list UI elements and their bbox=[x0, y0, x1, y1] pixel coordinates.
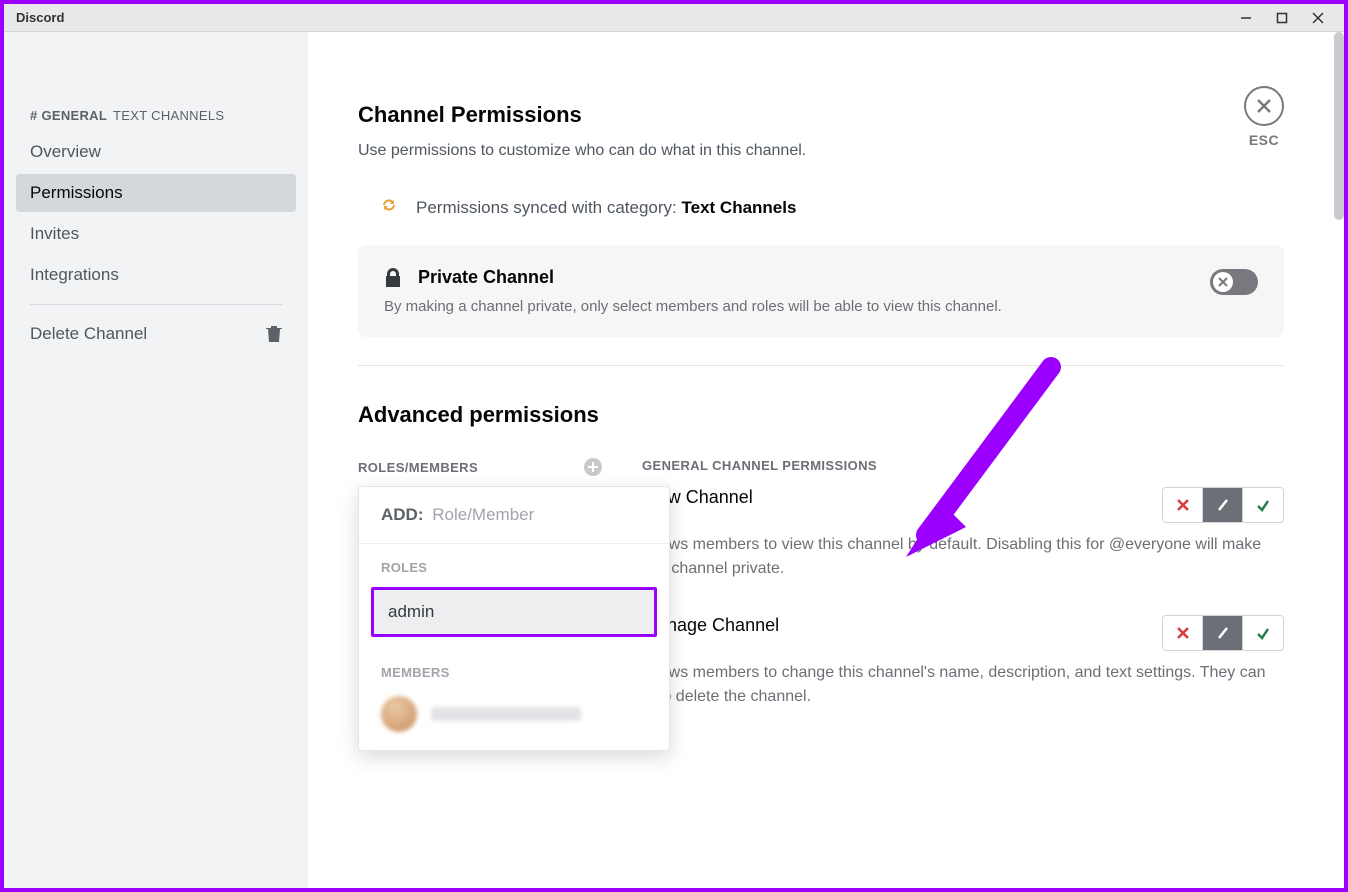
toggle-knob-icon bbox=[1213, 272, 1233, 292]
page-title: Channel Permissions bbox=[358, 102, 806, 128]
plus-icon bbox=[588, 462, 598, 472]
sidebar-header-suffix: TEXT CHANNELS bbox=[113, 108, 224, 123]
sidebar-item-integrations[interactable]: Integrations bbox=[16, 256, 296, 294]
popup-role-admin[interactable]: admin bbox=[371, 587, 657, 637]
scrollbar[interactable] bbox=[1334, 32, 1344, 220]
close-settings-button[interactable]: ESC bbox=[1244, 86, 1284, 148]
window-controls bbox=[1228, 4, 1336, 32]
popup-add-label: ADD: bbox=[381, 505, 424, 524]
popup-search-row[interactable]: ADD: Role/Member bbox=[359, 487, 669, 544]
minimize-button[interactable] bbox=[1228, 4, 1264, 32]
perm-deny-button[interactable] bbox=[1163, 616, 1203, 650]
maximize-button[interactable] bbox=[1264, 4, 1300, 32]
permissions-sync-row: Permissions synced with category: Text C… bbox=[358, 196, 1284, 219]
roles-members-column: ROLES/MEMBERS ADD: Role/Member ROLES adm… bbox=[358, 458, 602, 743]
lock-icon bbox=[384, 268, 402, 288]
popup-roles-header: ROLES bbox=[359, 544, 669, 583]
permission-manage-channel: Manage Channel Allows members to change … bbox=[642, 615, 1284, 709]
popup-add-placeholder: Role/Member bbox=[432, 505, 534, 524]
perm-deny-button[interactable] bbox=[1163, 488, 1203, 522]
sync-icon bbox=[380, 196, 398, 219]
avatar bbox=[381, 696, 417, 732]
content-area: Channel Permissions Use permissions to c… bbox=[308, 32, 1344, 888]
general-channel-permissions-header: GENERAL CHANNEL PERMISSIONS bbox=[642, 458, 877, 473]
private-channel-desc: By making a channel private, only select… bbox=[384, 298, 1210, 315]
sidebar-item-invites[interactable]: Invites bbox=[16, 215, 296, 253]
perm-allow-button[interactable] bbox=[1243, 488, 1283, 522]
sidebar-header-prefix: # GENERAL bbox=[30, 108, 107, 123]
popup-member-item[interactable] bbox=[359, 688, 669, 750]
add-role-member-popup: ADD: Role/Member ROLES admin MEMBERS bbox=[358, 486, 670, 751]
close-icon bbox=[1256, 98, 1272, 114]
sidebar-delete-label: Delete Channel bbox=[30, 324, 147, 344]
private-channel-card: Private Channel By making a channel priv… bbox=[358, 245, 1284, 337]
add-role-member-button[interactable] bbox=[584, 458, 602, 476]
settings-sidebar: # GENERAL TEXT CHANNELS Overview Permiss… bbox=[4, 32, 308, 888]
permission-desc: Allows members to change this channel's … bbox=[642, 661, 1284, 709]
sidebar-item-overview[interactable]: Overview bbox=[16, 133, 296, 171]
perm-passthrough-button[interactable] bbox=[1203, 616, 1243, 650]
member-name-blurred bbox=[431, 707, 581, 721]
permission-tri-toggle bbox=[1162, 615, 1284, 651]
popup-members-header: MEMBERS bbox=[359, 649, 669, 688]
permission-tri-toggle bbox=[1162, 487, 1284, 523]
page-subtext: Use permissions to customize who can do … bbox=[358, 142, 806, 160]
sidebar-item-permissions[interactable]: Permissions bbox=[16, 174, 296, 212]
window-titlebar: Discord bbox=[4, 4, 1344, 32]
private-channel-title: Private Channel bbox=[418, 267, 554, 288]
sidebar-channel-header: # GENERAL TEXT CHANNELS bbox=[16, 102, 296, 133]
sidebar-delete-channel[interactable]: Delete Channel bbox=[16, 315, 296, 353]
esc-label: ESC bbox=[1244, 132, 1284, 148]
app-title: Discord bbox=[16, 10, 64, 25]
perm-allow-button[interactable] bbox=[1243, 616, 1283, 650]
divider bbox=[358, 365, 1284, 366]
sidebar-separator bbox=[30, 304, 282, 305]
permission-view-channel: View Channel Allows members to view this… bbox=[642, 487, 1284, 581]
advanced-permissions-heading: Advanced permissions bbox=[358, 402, 1284, 428]
private-channel-toggle[interactable] bbox=[1210, 269, 1258, 295]
perm-passthrough-button[interactable] bbox=[1203, 488, 1243, 522]
permission-desc: Allows members to view this channel by d… bbox=[642, 533, 1284, 581]
sync-text: Permissions synced with category: Text C… bbox=[416, 198, 796, 218]
roles-members-header: ROLES/MEMBERS bbox=[358, 460, 478, 475]
close-button[interactable] bbox=[1300, 4, 1336, 32]
permissions-column: GENERAL CHANNEL PERMISSIONS View Channel… bbox=[642, 458, 1284, 743]
trash-icon bbox=[266, 325, 282, 343]
